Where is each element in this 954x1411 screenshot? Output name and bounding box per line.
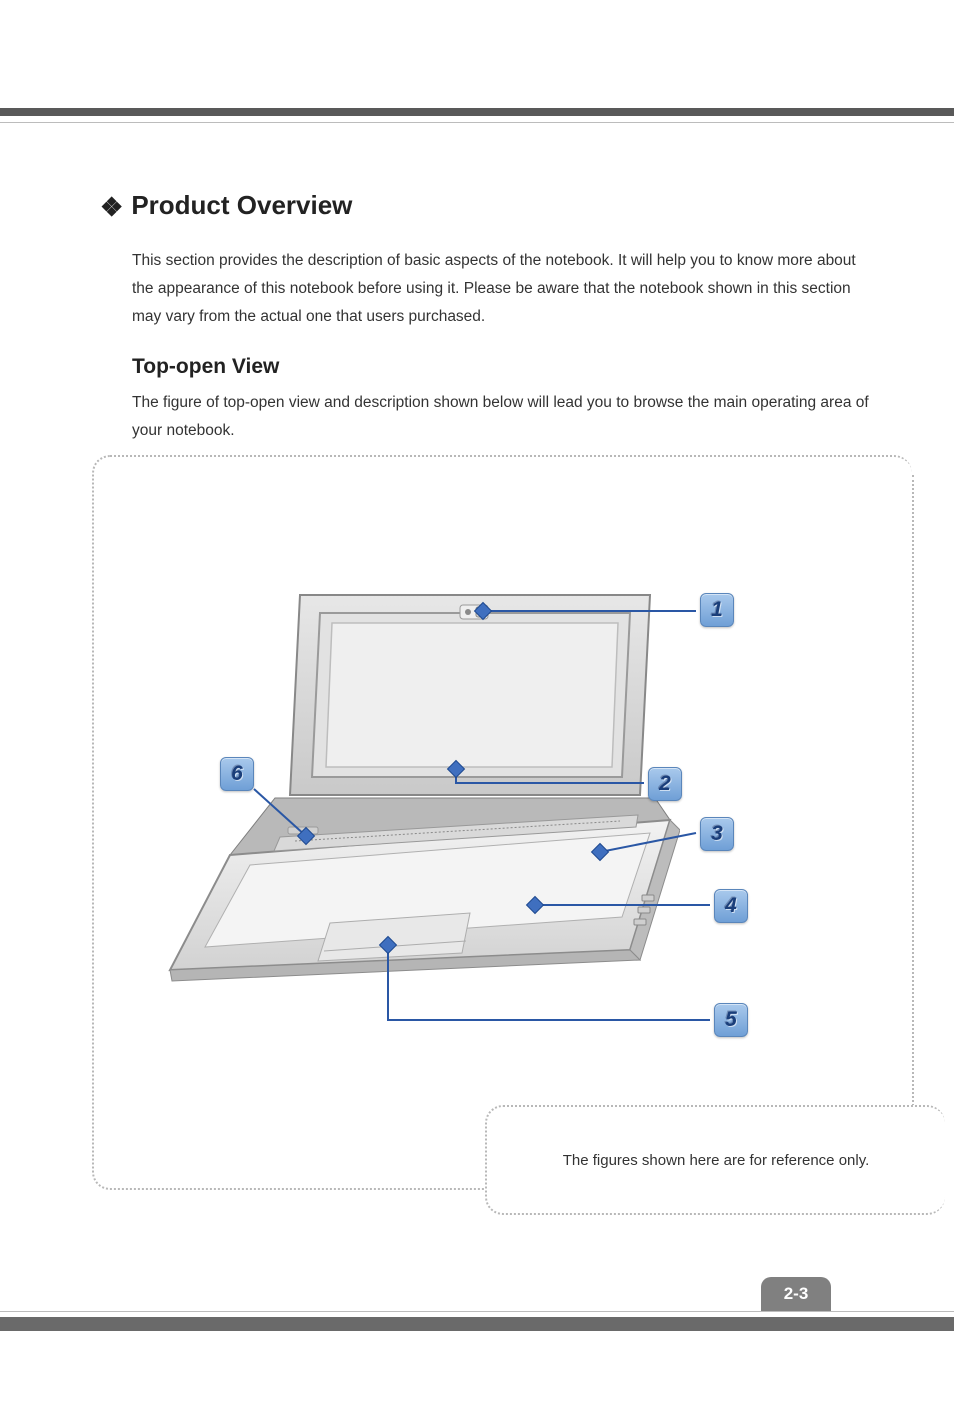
page-number-text: 2-3: [784, 1284, 809, 1304]
callout-badge-3: 3: [700, 817, 734, 851]
callout-badge-1: 1: [700, 593, 734, 627]
callout-number: 4: [725, 894, 737, 918]
callout-badge-5: 5: [714, 1003, 748, 1037]
subheading-top-open-view: Top-open View: [132, 355, 870, 379]
subintro-paragraph: The figure of top-open view and descript…: [132, 389, 870, 445]
callout-badge-2: 2: [648, 767, 682, 801]
callout-number: 2: [659, 772, 671, 796]
reference-note-text: The figures shown here are for reference…: [533, 1152, 900, 1169]
reference-note-box: The figures shown here are for reference…: [485, 1105, 945, 1215]
intro-paragraph: This section provides the description of…: [132, 247, 870, 331]
document-page: ❖ Product Overview This section provides …: [0, 0, 954, 1411]
page-number-tab: 2-3: [761, 1277, 831, 1311]
callout-badge-4: 4: [714, 889, 748, 923]
heading-text: Product Overview: [131, 190, 352, 220]
top-rule-thin: [0, 122, 954, 123]
callout-badge-6: 6: [220, 757, 254, 791]
top-rule-dark: [0, 108, 954, 116]
laptop-diagram: 1 2 3 4 5 6: [120, 545, 900, 1085]
callout-number: 3: [711, 822, 723, 846]
bullet-diamond-icon: ❖: [100, 192, 123, 223]
callout-number: 5: [725, 1008, 737, 1032]
bottom-rule-dark: [0, 1317, 954, 1331]
callout-number: 6: [231, 762, 243, 786]
heading-product-overview: ❖ Product Overview: [100, 190, 870, 221]
callout-number: 1: [711, 598, 723, 622]
bottom-rule-thin: [0, 1311, 954, 1312]
content-block: ❖ Product Overview This section provides …: [100, 190, 870, 469]
